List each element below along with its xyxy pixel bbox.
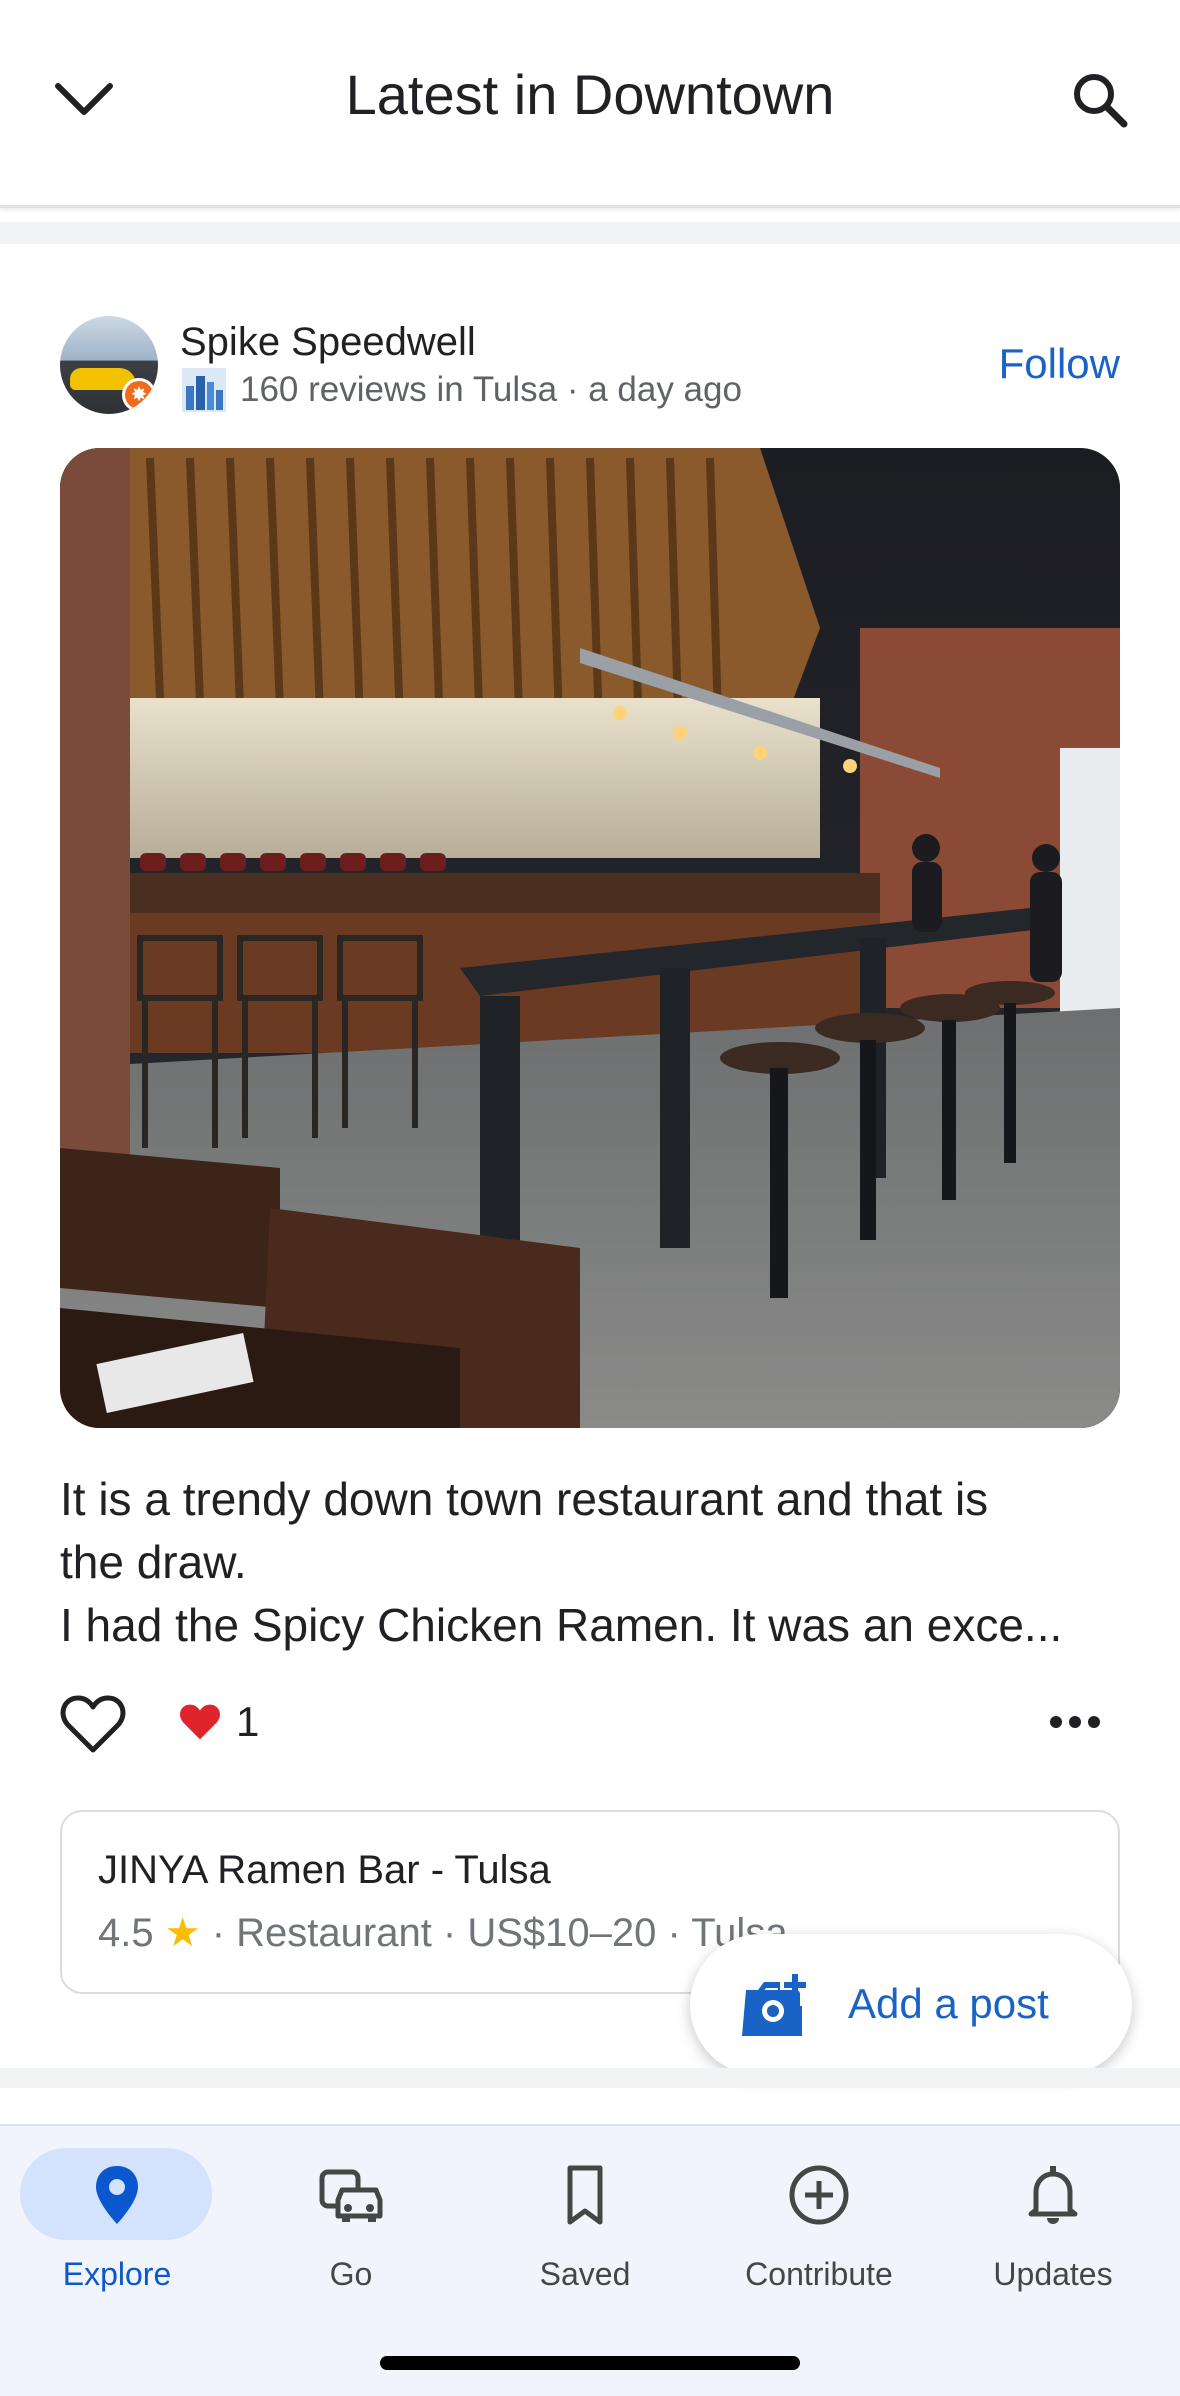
reaction-summary[interactable]: 1: [178, 1698, 259, 1746]
place-meta: 4.5 ★ · Restaurant · US$10–20 · Tulsa: [98, 1910, 788, 1956]
post-actions: 1: [60, 1690, 1120, 1760]
add-circle-icon: [789, 2165, 849, 2225]
nav-label: Updates: [993, 2256, 1113, 2292]
home-indicator: [380, 2356, 800, 2370]
avatar[interactable]: ✸: [60, 316, 158, 414]
local-guide-badge-icon: ✸: [122, 378, 156, 412]
bell-icon: [1028, 2166, 1078, 2224]
post-photo[interactable]: [60, 448, 1120, 1428]
place-name: JINYA Ramen Bar - Tulsa: [98, 1848, 551, 1892]
heart-filled-icon: [180, 1704, 220, 1740]
commute-icon: [319, 2169, 383, 2222]
star-icon: ★: [164, 1911, 201, 1955]
page-title: Latest in Downtown: [345, 63, 835, 126]
like-button[interactable]: [60, 1694, 130, 1756]
nav-contribute[interactable]: Contribute: [702, 2138, 936, 2298]
place-rating: 4.5: [98, 1911, 154, 1955]
post-author: ✸ Spike Speedwell 160 reviews in Tulsa ·…: [60, 316, 1120, 416]
place-details: · Restaurant · US$10–20 · Tulsa: [211, 1911, 788, 1955]
add-post-button[interactable]: Add a post: [690, 1934, 1132, 2076]
nav-updates[interactable]: Updates: [936, 2138, 1170, 2298]
nav-saved[interactable]: Saved: [468, 2138, 702, 2298]
author-meta: 160 reviews in Tulsa · a day ago: [182, 368, 742, 412]
post-text-line: the draw.: [60, 1536, 247, 1588]
nav-label: Saved: [539, 2256, 631, 2292]
heart-outline-icon: [60, 1695, 126, 1753]
city-skyline-icon: [182, 368, 226, 412]
author-name[interactable]: Spike Speedwell: [180, 320, 476, 365]
nav-label: Go: [329, 2256, 373, 2292]
search-button[interactable]: [1060, 60, 1140, 140]
nav-label: Contribute: [745, 2256, 893, 2292]
divider: [0, 222, 1180, 244]
follow-button[interactable]: Follow: [999, 340, 1120, 388]
top-bar: Latest in Downtown: [0, 0, 1180, 208]
nav-explore[interactable]: Explore: [0, 2138, 234, 2298]
nav-go[interactable]: Go: [234, 2138, 468, 2298]
add-post-label: Add a post: [848, 1980, 1049, 2027]
nav-label: Explore: [62, 2256, 172, 2292]
more-options-icon[interactable]: [1050, 1716, 1100, 1730]
post-text-line: It is a trendy down town restaurant and …: [60, 1473, 989, 1525]
search-icon: [1074, 74, 1128, 128]
post-text-line: I had the Spicy Chicken Ramen. It was an…: [60, 1599, 1063, 1651]
post-text[interactable]: It is a trendy down town restaurant and …: [60, 1468, 1120, 1657]
divider: [0, 2068, 1180, 2088]
restaurant-interior-image: [60, 448, 1120, 1428]
add-photo-icon: [742, 1974, 806, 2036]
reaction-count: 1: [236, 1698, 260, 1745]
location-pin-icon: [96, 2166, 138, 2224]
author-meta-text: 160 reviews in Tulsa · a day ago: [240, 370, 742, 409]
bookmark-icon: [567, 2165, 603, 2225]
